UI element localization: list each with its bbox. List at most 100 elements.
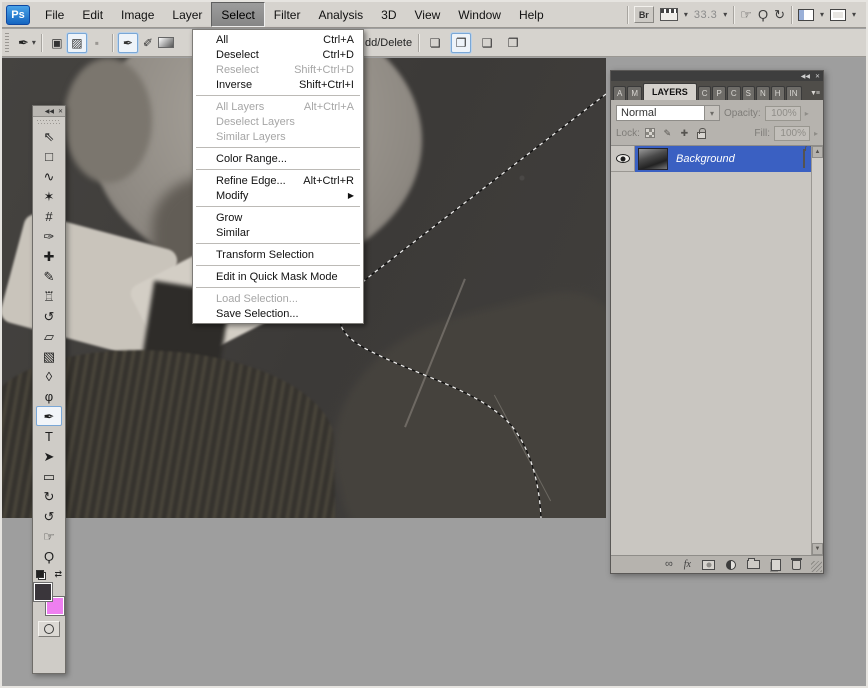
menu-item-reselect[interactable]: ReselectShift+Ctrl+D	[194, 62, 362, 77]
view-extras-icon[interactable]	[660, 8, 678, 21]
panel-tab-layers[interactable]: LAYERS	[643, 83, 697, 100]
tools-palette-grip[interactable]	[37, 120, 61, 124]
scroll-up-icon[interactable]: ▲	[812, 146, 823, 158]
menu-layer[interactable]: Layer	[163, 2, 211, 27]
menu-item-similar-layers[interactable]: Similar Layers	[194, 129, 362, 144]
blend-mode-select[interactable]: Normal ▾	[616, 105, 720, 121]
collapse-panel-icon[interactable]: ◀◀	[801, 73, 810, 80]
panel-tab-c[interactable]: C	[698, 86, 712, 100]
intersect-path-areas-button[interactable]: ❑	[477, 33, 497, 53]
layer-style-icon[interactable]: fx	[684, 559, 691, 570]
layer-row-main[interactable]: Background	[635, 146, 811, 172]
tool-gradient[interactable]: ▧	[36, 346, 62, 366]
lock-position-icon[interactable]: ✚	[678, 127, 691, 140]
pen-tool-button[interactable]: ✒	[118, 33, 138, 53]
menu-item-transform-selection[interactable]: Transform Selection	[194, 247, 362, 262]
panel-tab-c[interactable]: C	[727, 86, 741, 100]
tool-lasso[interactable]: ∿	[36, 166, 62, 186]
tool-crop[interactable]: #	[36, 206, 62, 226]
tool-magic-wand[interactable]: ✶	[36, 186, 62, 206]
opacity-value-field[interactable]: 100%	[765, 106, 801, 121]
tool-eyedropper[interactable]: ✑	[36, 226, 62, 246]
tool-blur[interactable]: ◊	[36, 366, 62, 386]
chevron-down-icon[interactable]: ▾	[684, 10, 688, 19]
scroll-down-icon[interactable]: ▼	[812, 543, 823, 555]
subtract-from-path-area-button[interactable]: ❐	[451, 33, 471, 53]
layer-visibility-toggle[interactable]	[611, 146, 635, 172]
hand-tool-icon[interactable]: ☞	[740, 8, 752, 21]
menu-item-modify[interactable]: Modify▶	[194, 188, 362, 203]
menu-item-all-layers[interactable]: All LayersAlt+Ctrl+A	[194, 99, 362, 114]
pen-tool-preset-icon[interactable]: ✒	[15, 34, 32, 51]
options-bar-grip[interactable]	[5, 33, 9, 53]
close-icon[interactable]: ✕	[58, 108, 63, 115]
menu-help[interactable]: Help	[510, 2, 553, 27]
tool-history-brush[interactable]: ↺	[36, 306, 62, 326]
menu-item-save-selection[interactable]: Save Selection...	[194, 306, 362, 321]
menu-item-deselect-layers[interactable]: Deselect Layers	[194, 114, 362, 129]
layer-thumbnail[interactable]	[638, 148, 668, 170]
menu-item-grow[interactable]: Grow	[194, 210, 362, 225]
paths-mode-button[interactable]: ▨	[67, 33, 87, 53]
tool-3d-rotate[interactable]: ↻	[36, 486, 62, 506]
screen-mode-icon[interactable]	[830, 9, 846, 21]
zoom-tool-icon[interactable]: Ϙ	[758, 8, 768, 21]
quick-mask-mode-button[interactable]	[38, 621, 60, 637]
add-to-path-area-button[interactable]: ❏	[425, 33, 445, 53]
menu-item-similar[interactable]: Similar	[194, 225, 362, 240]
fill-value-field[interactable]: 100%	[774, 126, 810, 141]
photoshop-logo[interactable]: Ps	[6, 5, 30, 25]
delete-layer-icon[interactable]	[792, 560, 801, 570]
menu-item-edit-in-quick-mask-mode[interactable]: Edit in Quick Mask Mode	[194, 269, 362, 284]
shape-layers-mode-button[interactable]: ▣	[47, 33, 67, 53]
panel-tab-a[interactable]: A	[613, 86, 626, 100]
layer-row-background[interactable]: Background	[611, 146, 811, 172]
menu-filter[interactable]: Filter	[265, 2, 310, 27]
menu-item-inverse[interactable]: InverseShift+Ctrl+I	[194, 77, 362, 92]
fill-spinner-icon[interactable]: ▸	[814, 129, 818, 138]
menu-window[interactable]: Window	[449, 2, 510, 27]
tool-shape[interactable]: ▭	[36, 466, 62, 486]
zoom-level-value[interactable]: 33.3	[694, 9, 717, 21]
tool-marquee[interactable]: □	[36, 146, 62, 166]
rotate-view-icon[interactable]: ↻	[774, 8, 785, 21]
tool-clone-stamp[interactable]: ♖	[36, 286, 62, 306]
tool-move[interactable]: ⇖	[36, 126, 62, 146]
tool-dodge[interactable]: φ	[36, 386, 62, 406]
menu-image[interactable]: Image	[112, 2, 163, 27]
panel-resize-grip[interactable]	[811, 561, 822, 572]
layers-scrollbar[interactable]: ▲ ▼	[811, 146, 823, 555]
foreground-color-swatch[interactable]	[34, 583, 52, 601]
panel-tab-p[interactable]: P	[712, 86, 725, 100]
tool-spot-healing[interactable]: ✚	[36, 246, 62, 266]
swap-colors-icon[interactable]: ⇄	[54, 569, 62, 580]
tool-hand[interactable]: ☞	[36, 526, 62, 546]
new-layer-icon[interactable]	[771, 559, 781, 571]
freeform-pen-tool-button[interactable]: ✐	[138, 33, 158, 53]
add-layer-mask-icon[interactable]	[702, 560, 715, 570]
panel-tab-h[interactable]: H	[771, 86, 785, 100]
tool-zoom[interactable]: Ϙ	[36, 546, 62, 566]
shape-style-icon[interactable]	[158, 37, 174, 48]
tool-brush[interactable]: ✎	[36, 266, 62, 286]
new-group-icon[interactable]	[747, 560, 760, 569]
menu-view[interactable]: View	[405, 2, 449, 27]
panel-tab-m[interactable]: M	[627, 86, 642, 100]
default-colors-icon[interactable]	[36, 570, 46, 580]
menu-item-color-range[interactable]: Color Range...	[194, 151, 362, 166]
panel-tab-n[interactable]: N	[756, 86, 770, 100]
chevron-down-icon[interactable]: ▾	[820, 10, 824, 19]
tool-type[interactable]: T	[36, 426, 62, 446]
fill-pixels-mode-button[interactable]: ▪	[87, 33, 107, 53]
close-icon[interactable]: ✕	[815, 73, 820, 80]
tool-pen[interactable]: ✒	[36, 406, 62, 426]
link-layers-icon[interactable]: ∞	[665, 559, 673, 570]
panel-tab-s[interactable]: S	[742, 86, 755, 100]
menu-item-load-selection[interactable]: Load Selection...	[194, 291, 362, 306]
chevron-down-icon[interactable]: ▾	[32, 38, 36, 47]
adjustment-layer-icon[interactable]	[726, 560, 736, 570]
menu-file[interactable]: File	[36, 2, 73, 27]
lock-all-icon[interactable]	[695, 127, 708, 140]
lock-transparency-icon[interactable]	[644, 127, 657, 140]
menu-3d[interactable]: 3D	[372, 2, 405, 27]
